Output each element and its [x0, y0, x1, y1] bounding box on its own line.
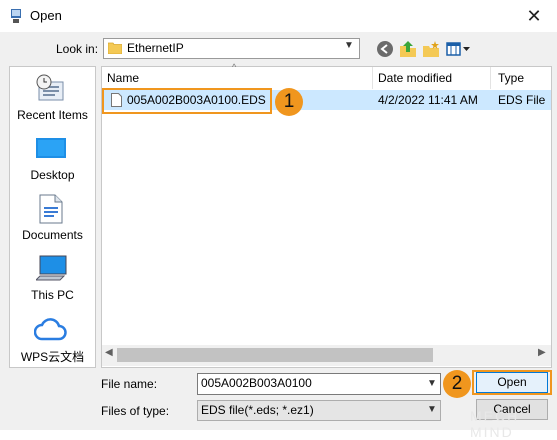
sort-caret-icon: ^: [232, 62, 237, 72]
file-type-cell: EDS File: [498, 93, 546, 107]
chevron-down-icon[interactable]: ▼: [344, 40, 354, 51]
look-in-label: Look in:: [56, 42, 99, 56]
column-separator[interactable]: [490, 67, 491, 89]
view-menu-icon[interactable]: [446, 40, 472, 58]
watermark: MECH MIND: [470, 408, 520, 440]
this-pc-icon: [34, 254, 68, 282]
back-icon[interactable]: [376, 40, 394, 58]
step-2-badge: 2: [443, 370, 471, 398]
column-header-type[interactable]: Type: [498, 67, 524, 89]
title-bar: [0, 0, 557, 32]
step-1-badge: 1: [275, 88, 303, 116]
places-item-desktop[interactable]: Desktop: [9, 168, 96, 182]
recent-items-icon: [35, 74, 65, 104]
column-header-date[interactable]: Date modified: [378, 67, 452, 89]
places-item-wps-cloud[interactable]: WPS云文档: [9, 348, 96, 365]
look-in-value: EthernetIP: [127, 41, 184, 55]
file-name-value[interactable]: 005A002B003A0100: [201, 376, 312, 390]
places-item-recent-items[interactable]: Recent Items: [9, 108, 96, 122]
window-title: Open: [30, 8, 62, 23]
places-item-documents[interactable]: Documents: [9, 228, 96, 242]
close-icon: ✕: [526, 6, 542, 26]
new-folder-icon[interactable]: [422, 40, 440, 58]
places-item-this-pc[interactable]: This PC: [9, 288, 96, 302]
chevron-down-icon[interactable]: ▼: [427, 378, 437, 389]
scroll-right-icon[interactable]: ▶: [538, 347, 546, 358]
column-header-name[interactable]: Name: [107, 67, 139, 89]
highlight-box-step-2: [472, 370, 552, 395]
column-separator[interactable]: [372, 67, 373, 89]
up-folder-icon[interactable]: [399, 40, 417, 58]
scroll-left-icon[interactable]: ◀: [105, 347, 113, 358]
files-of-type-value[interactable]: EDS file(*.eds; *.ez1): [201, 403, 314, 417]
file-name-label: File name:: [101, 377, 158, 391]
folder-icon: [107, 41, 123, 55]
highlight-box-step-1: [102, 88, 272, 114]
app-icon: [9, 8, 23, 24]
chevron-down-icon[interactable]: ▼: [427, 404, 437, 415]
files-of-type-label: Files of type:: [101, 404, 170, 418]
close-button[interactable]: ✕: [522, 5, 546, 27]
cloud-icon: [33, 316, 68, 342]
documents-icon: [38, 194, 64, 224]
desktop-icon: [36, 138, 66, 164]
file-date-cell: 4/2/2022 11:41 AM: [378, 93, 478, 107]
scrollbar-thumb[interactable]: [117, 348, 433, 362]
